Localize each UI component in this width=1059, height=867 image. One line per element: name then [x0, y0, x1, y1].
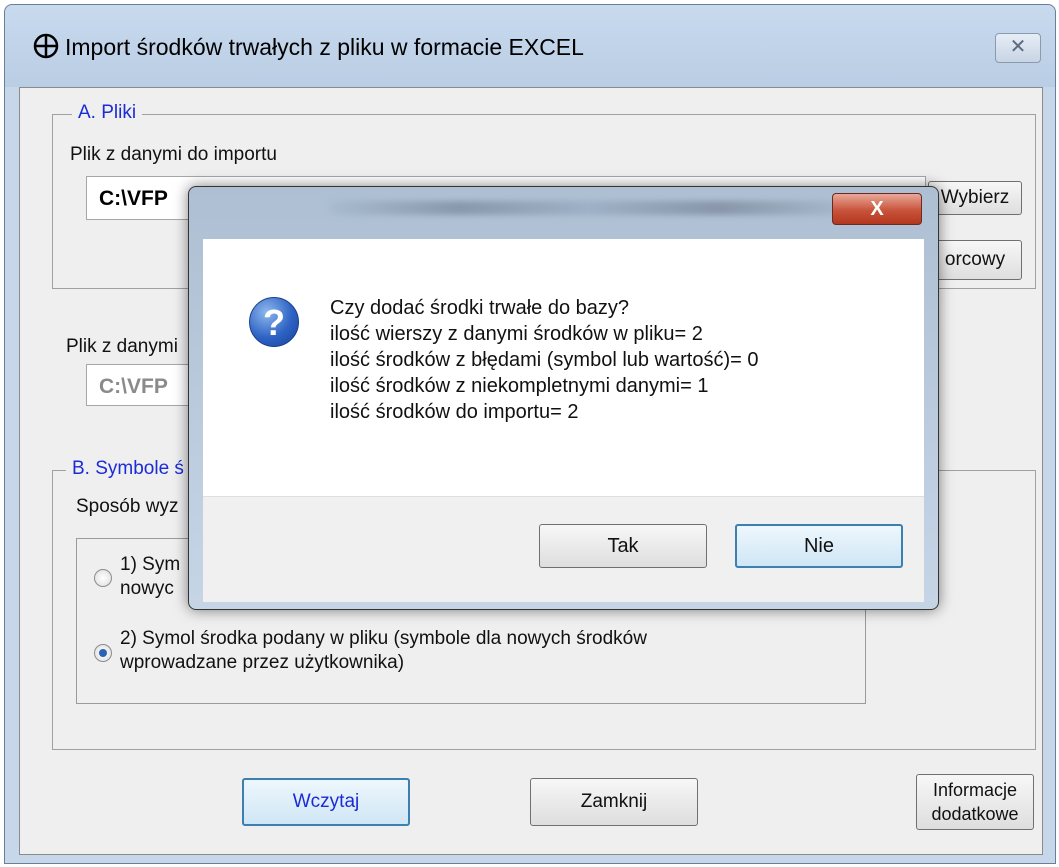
- dialog-line-rows: ilość wierszy z danymi środków w pliku= …: [330, 323, 703, 345]
- template-button[interactable]: orcowy: [928, 240, 1022, 280]
- dialog-body: ? Czy dodać środki trwałe do bazy? ilość…: [203, 239, 924, 602]
- confirm-dialog: X ? Czy dodać środki trwałe do bazy? ilo…: [188, 186, 939, 610]
- data-file-label: Plik z danymi do importu: [70, 144, 277, 165]
- method-label: Sposób wyz: [76, 496, 179, 517]
- load-button[interactable]: Wczytaj: [242, 778, 410, 826]
- dialog-footer: Tak Nie: [203, 496, 924, 602]
- option2-radio[interactable]: [94, 644, 112, 662]
- info-button-line1: Informacje: [932, 780, 1018, 800]
- crosshair-icon: [33, 33, 59, 59]
- option1-radio[interactable]: [94, 569, 112, 587]
- close-button[interactable]: Zamknij: [530, 778, 698, 826]
- yes-button[interactable]: Tak: [539, 524, 707, 568]
- option1-label-line2: nowyc: [120, 578, 174, 599]
- question-icon: ?: [249, 297, 299, 347]
- dialog-close-button[interactable]: X: [832, 193, 922, 225]
- window-title: Import środków trwałych z pliku w formac…: [65, 34, 584, 60]
- window-close-button[interactable]: ✕: [995, 33, 1041, 63]
- symbols-group-legend: B. Symbole ś: [66, 458, 190, 480]
- dialog-line-incomplete: ilość środków z niekompletnymi danymi= 1: [330, 375, 709, 397]
- info-button[interactable]: Informacje dodatkowe: [916, 774, 1034, 830]
- dialog-question: Czy dodać środki trwałe do bazy?: [330, 297, 630, 319]
- title-bar[interactable]: Import środków trwałych z pliku w formac…: [5, 5, 1055, 87]
- option2-label-line2: wprowadzane przez użytkownika): [120, 652, 405, 673]
- option1-label-line1: 1) Sym: [120, 554, 181, 575]
- dialog-title-blurred: [329, 201, 849, 215]
- dialog-line-to-import: ilość środków do importu= 2: [330, 401, 579, 423]
- no-button[interactable]: Nie: [735, 524, 903, 568]
- info-button-line2: dodatkowe: [931, 804, 1019, 824]
- dialog-line-errors: ilość środków z błędami (symbol lub wart…: [330, 349, 759, 371]
- choose-file-button[interactable]: Wybierz: [928, 181, 1022, 215]
- second-file-label: Plik z danymi: [66, 336, 178, 357]
- files-group-legend: A. Pliki: [72, 102, 143, 124]
- option2-label-line1: 2) Symol środka podany w pliku (symbole …: [120, 628, 647, 649]
